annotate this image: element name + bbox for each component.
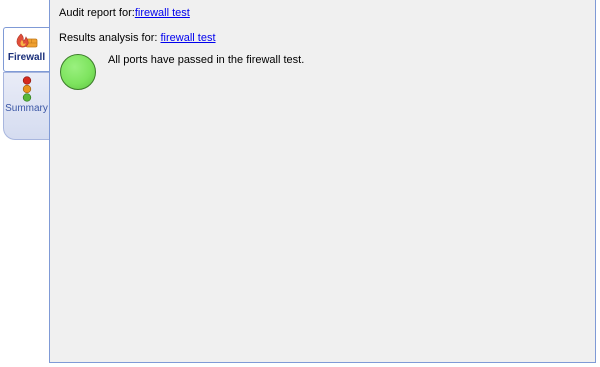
audit-report-link[interactable]: firewall test <box>135 7 190 19</box>
tab-strip: Firewall Summary <box>0 0 50 367</box>
traffic-light-icon <box>22 76 31 102</box>
tab-summary[interactable]: Summary <box>3 72 49 140</box>
tab-firewall-label: Firewall <box>7 52 46 63</box>
tab-summary-label: Summary <box>5 103 48 114</box>
results-analysis-line: Results analysis for: firewall test <box>59 32 216 44</box>
status-light-icon <box>60 54 96 90</box>
tab-firewall[interactable]: Firewall <box>3 27 49 72</box>
firewall-icon <box>16 33 37 48</box>
audit-report-line: Audit report for:firewall test <box>59 7 190 19</box>
audit-report-label: Audit report for: <box>59 7 135 19</box>
report-panel: Audit report for:firewall test Results a… <box>49 0 596 363</box>
results-analysis-label: Results analysis for: <box>59 32 158 44</box>
status-message: All ports have passed in the firewall te… <box>108 54 305 66</box>
results-analysis-link[interactable]: firewall test <box>161 32 216 44</box>
